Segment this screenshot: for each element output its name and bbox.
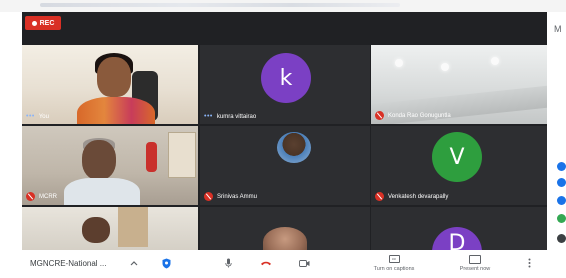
participant-tile-bottom-middle[interactable]: [200, 207, 370, 250]
participant-label: Srinivas Ammu: [204, 192, 257, 201]
participant-tile-srinivas[interactable]: Srinivas Ammu: [200, 126, 370, 205]
video-grid: REC ••• You k ••• kumra vittairao Konda …: [22, 12, 547, 250]
person-body: [64, 178, 140, 205]
more-vertical-icon[interactable]: [524, 256, 534, 270]
participant-label: Konda Rao Gonuguntla: [375, 111, 451, 120]
meet-window: REC ••• You k ••• kumra vittairao Konda …: [0, 0, 566, 278]
person-head: [82, 217, 110, 243]
avatar-photo: [263, 227, 307, 250]
camera-icon[interactable]: [297, 257, 311, 269]
avatar: k: [261, 53, 311, 103]
recording-badge: REC: [25, 16, 61, 30]
avatar-letter: k: [279, 65, 293, 91]
browser-top-strip: [0, 0, 566, 12]
side-panel-letter: M: [554, 24, 562, 34]
captions-label[interactable]: Turn on captions: [366, 266, 422, 272]
participant-label: Venkatesh devarapally: [375, 192, 448, 201]
fire-extinguisher-image: [146, 142, 157, 172]
mic-off-icon: [204, 192, 213, 201]
present-box: [469, 254, 481, 264]
participant-tile-venkatesh[interactable]: V Venkatesh devarapally: [371, 126, 547, 205]
participant-tile-konda[interactable]: Konda Rao Gonuguntla: [371, 45, 547, 124]
participant-label: MCRR: [26, 192, 57, 201]
panel-dot-icon: [557, 214, 566, 223]
panel-dot-icon: [557, 196, 566, 205]
participant-tile-kumra[interactable]: k ••• kumra vittairao: [200, 45, 370, 124]
avatar-letter: D: [448, 231, 466, 250]
panel-dot-icon: [557, 234, 566, 243]
shield-icon[interactable]: [160, 256, 172, 270]
person-body: [77, 97, 155, 124]
present-label[interactable]: Present now: [450, 266, 500, 272]
participant-name: Venkatesh devarapally: [388, 193, 449, 200]
avatar: D: [432, 227, 482, 250]
avatar: [256, 130, 316, 170]
blurred-tab-strip: [40, 3, 400, 7]
panel-dot-icon: [557, 178, 566, 187]
participant-name: kumra vittairao: [216, 113, 257, 120]
ceiling-light: [441, 63, 449, 71]
captions-icon[interactable]: cc: [388, 254, 400, 264]
recording-label: REC: [39, 19, 55, 27]
participant-name: MCRR: [39, 193, 57, 200]
ceiling-light: [395, 59, 403, 67]
record-dot-icon: [31, 20, 37, 26]
participant-tile-bottom-right[interactable]: D: [371, 207, 547, 250]
participant-name: You: [38, 113, 49, 120]
speaking-indicator-icon: •••: [204, 113, 213, 120]
captions-box: cc: [388, 255, 400, 263]
side-panel-edge: M: [547, 12, 566, 250]
ceiling-light: [491, 57, 499, 65]
microphone-icon[interactable]: [222, 257, 234, 269]
chevron-up-icon[interactable]: [128, 257, 140, 269]
avatar-letter: V: [449, 144, 465, 170]
participant-name: Srinivas Ammu: [217, 193, 258, 200]
mic-off-icon: [375, 192, 384, 201]
meeting-toolbar: MGNCRE-National ... cc Turn on captions …: [22, 250, 547, 278]
participant-label: ••• kumra vittairao: [204, 113, 256, 120]
person-head: [82, 140, 116, 180]
participant-tile-bottom-left[interactable]: [22, 207, 198, 250]
participant-tile-mcrr[interactable]: MCRR: [22, 126, 198, 205]
participant-label: ••• You: [26, 113, 49, 120]
person-head: [97, 57, 131, 97]
panel-dot-icon: [557, 162, 566, 171]
door-image: [118, 207, 148, 247]
avatar: V: [432, 132, 482, 182]
end-call-icon[interactable]: [258, 257, 274, 269]
meeting-title[interactable]: MGNCRE-National ...: [30, 259, 106, 268]
avatar-photo: [277, 132, 311, 163]
participant-name: Konda Rao Gonuguntla: [388, 112, 451, 119]
present-icon[interactable]: [469, 254, 481, 264]
speaking-indicator-icon: •••: [26, 113, 35, 120]
mic-off-icon: [375, 111, 384, 120]
wall-poster: [168, 132, 196, 178]
participant-tile-you[interactable]: ••• You: [22, 45, 198, 124]
mic-off-icon: [26, 192, 35, 201]
